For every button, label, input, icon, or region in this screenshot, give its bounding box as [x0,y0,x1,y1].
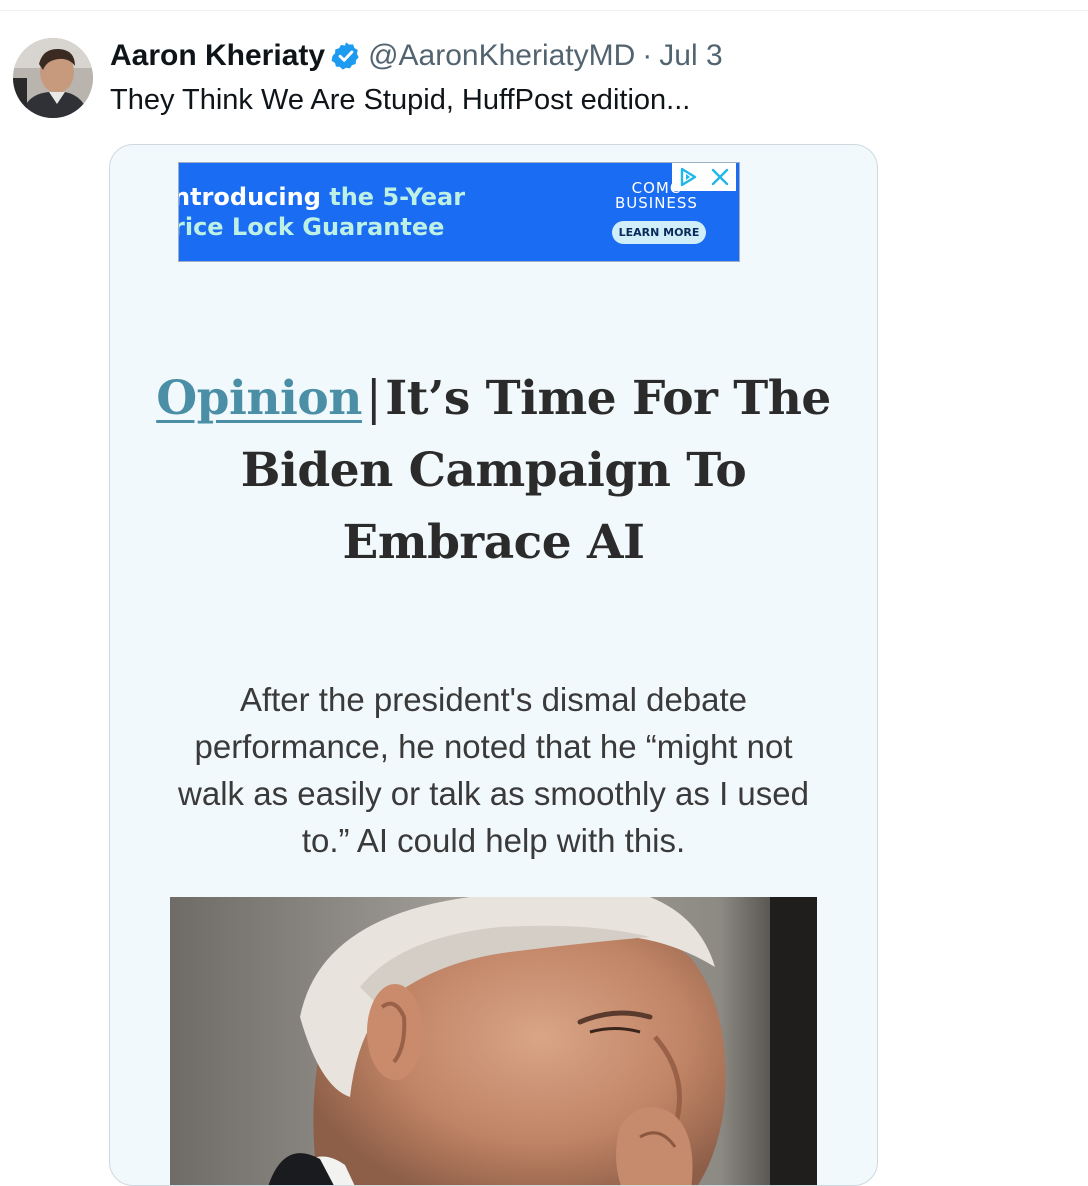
ad-line-2: rice Lock Guarantee [179,213,445,241]
ad-line-1-accent: the 5-Year [329,183,466,211]
article-photo [170,897,817,1185]
article-headline: Opinion|It’s Time For The Biden Campaign… [130,363,857,579]
article-subhead: After the president's dismal debate perf… [178,681,809,859]
top-divider [0,10,1088,11]
headline-separator: | [365,371,382,426]
author-name[interactable]: Aaron Kheriaty [110,39,325,73]
ad-choices [672,163,736,191]
tweet-header: Aaron Kheriaty @AaronKheriatyMD · Jul 3 [110,36,723,76]
author-handle[interactable]: @AaronKheriatyMD [368,39,635,73]
ad-line-1: ntroducing the 5-Year [179,183,465,211]
tweet-text: They Think We Are Stupid, HuffPost editi… [110,84,691,116]
header-separator: · [642,39,653,72]
media-card[interactable]: ntroducing the 5-Year rice Lock Guarante… [109,144,878,1186]
tweet-date[interactable]: Jul 3 [659,39,722,73]
ad-learn-more-button[interactable]: LEARN MORE [612,221,706,244]
ad-brand-line-2: BUSINESS [615,194,698,212]
opinion-section-link[interactable]: Opinion [156,371,362,426]
avatar[interactable] [13,38,93,118]
close-icon[interactable] [704,163,736,191]
verified-badge-icon [330,40,362,72]
ad-line-1-white: ntroducing [179,183,330,211]
banner-ad[interactable]: ntroducing the 5-Year rice Lock Guarante… [178,162,740,262]
adchoices-play-icon[interactable] [672,163,704,191]
